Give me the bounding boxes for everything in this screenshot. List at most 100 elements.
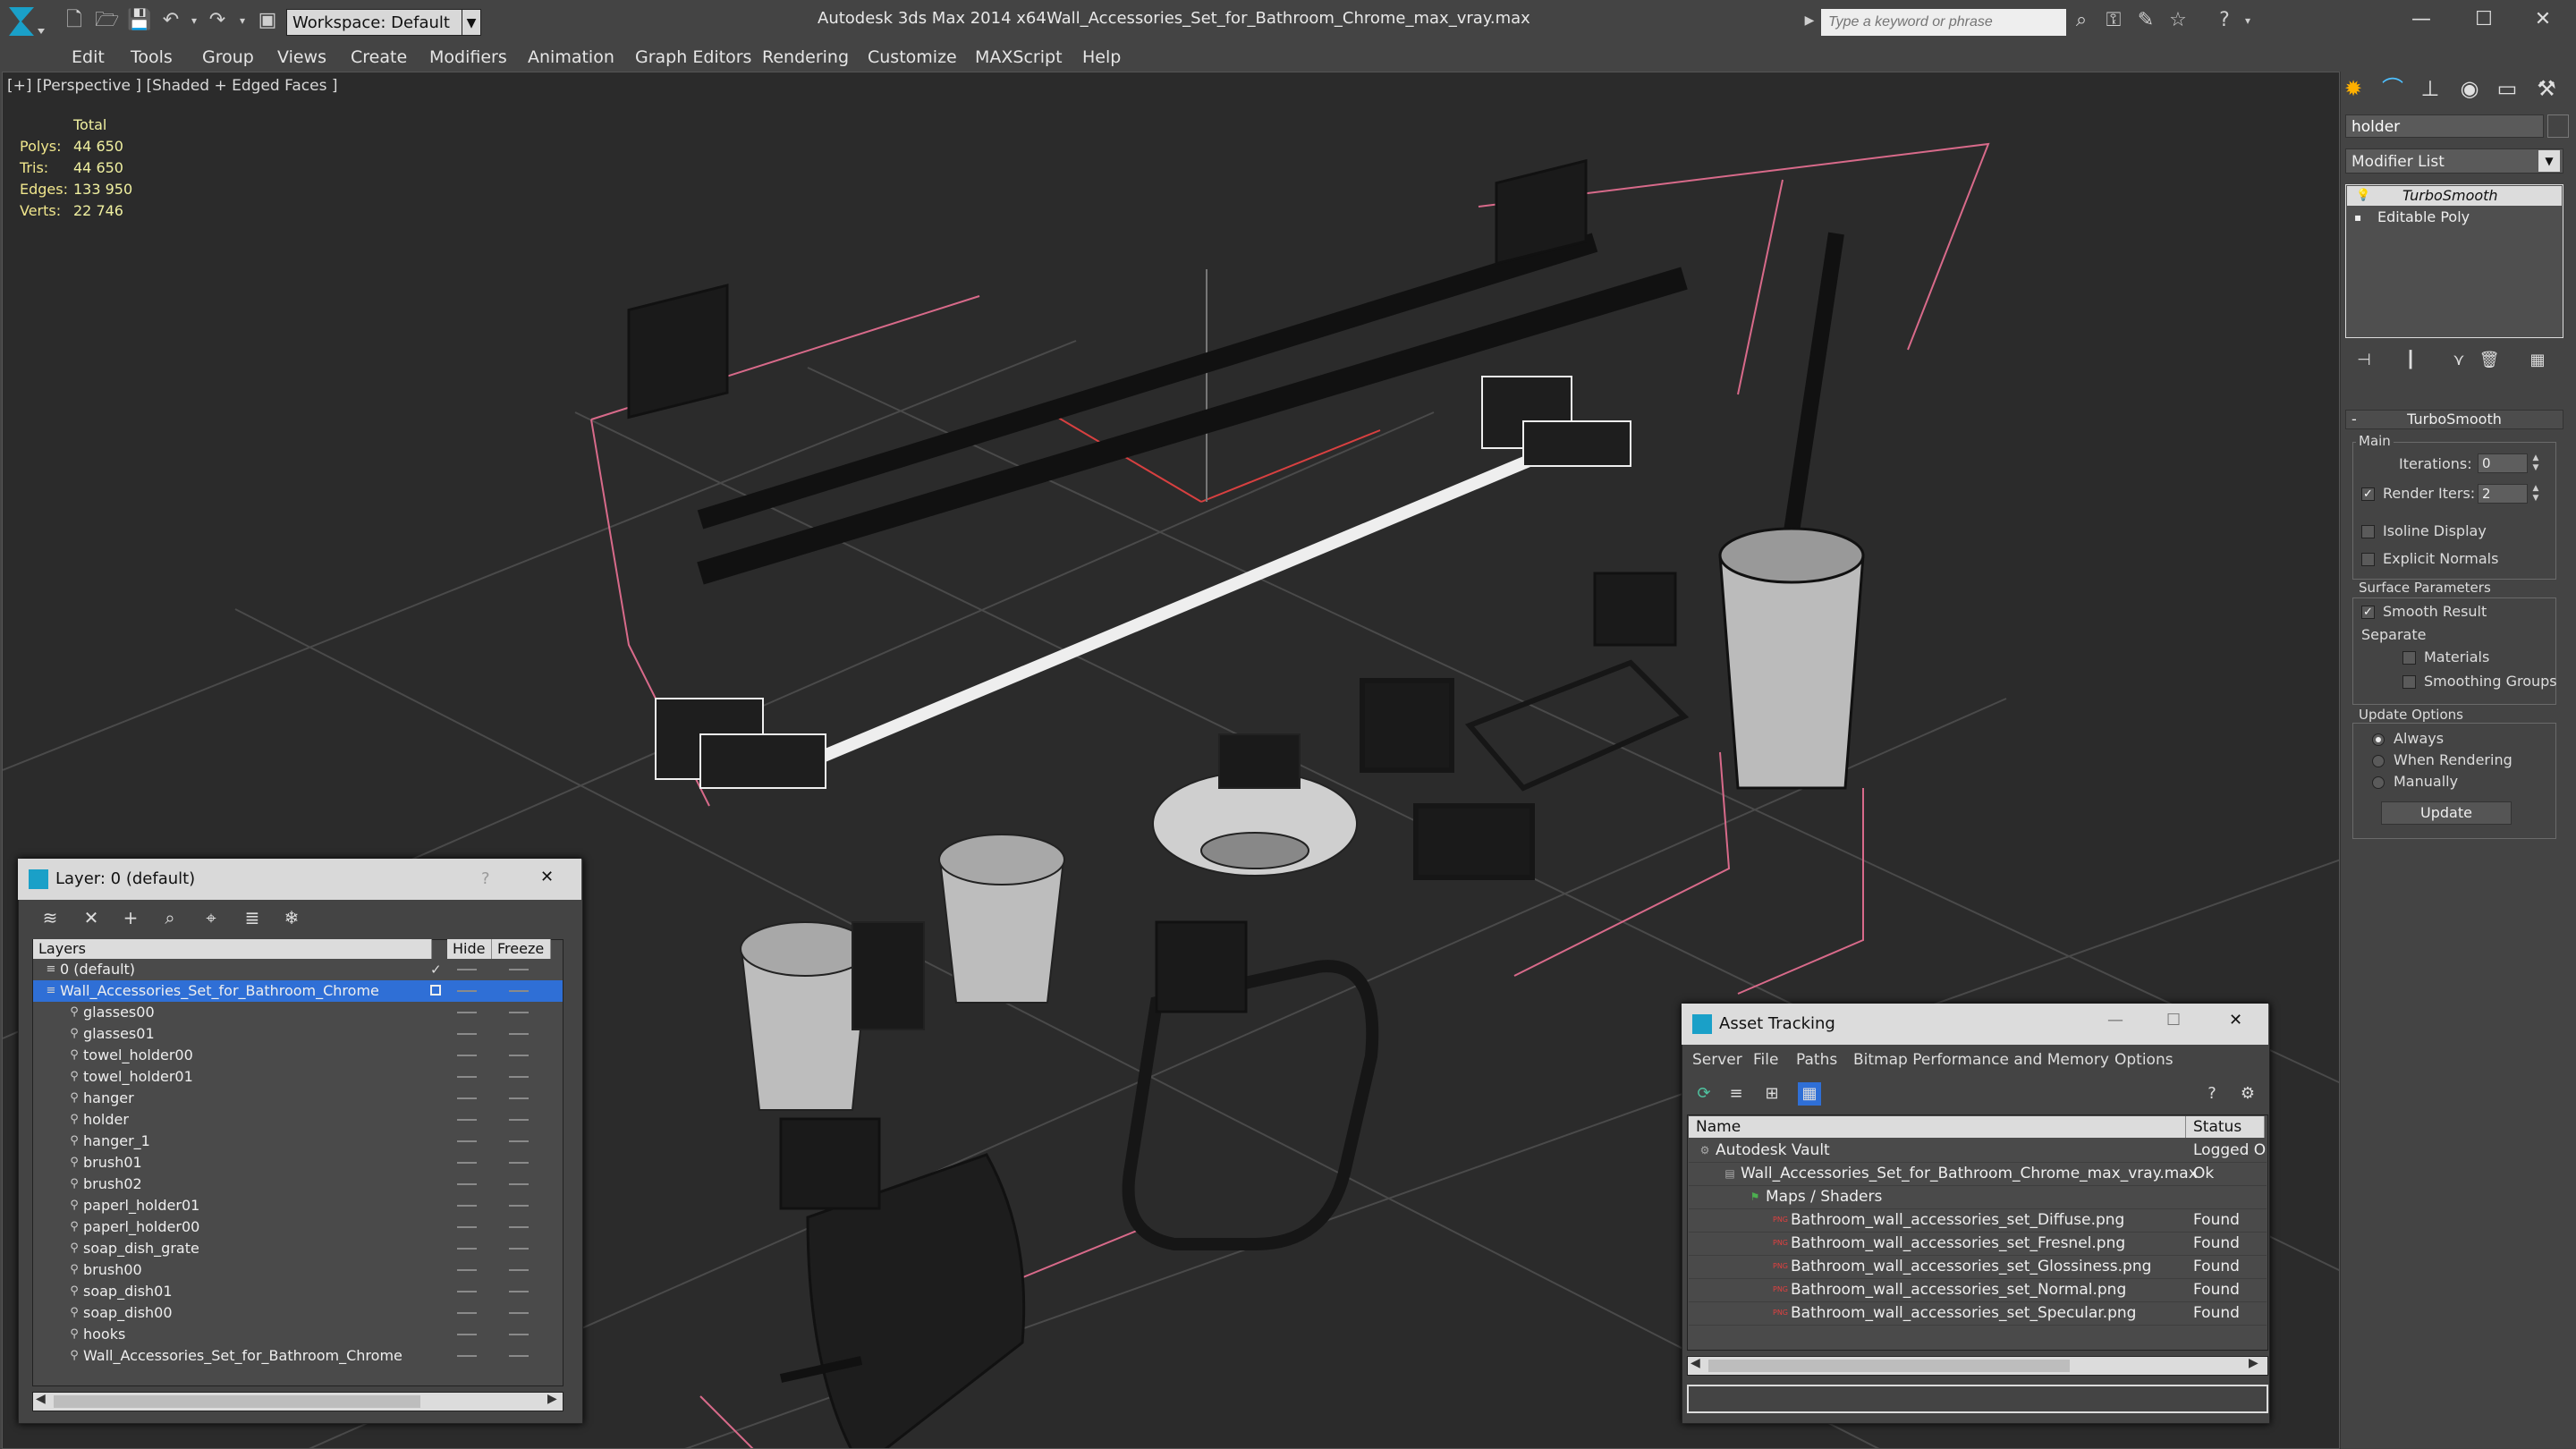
motion-tab-icon[interactable]: ◉	[2454, 73, 2485, 104]
menu-views[interactable]: Views	[277, 43, 326, 72]
scroll-left-icon[interactable]: ◀	[1690, 1356, 1700, 1370]
help-icon[interactable]: ?	[481, 869, 490, 888]
layer-row[interactable]: ⚲ soap_dish00	[33, 1302, 563, 1324]
freeze-toggle[interactable]	[509, 1205, 529, 1207]
layer-row[interactable]: ⚲ paperl_holder00	[33, 1216, 563, 1238]
asset-menu-paths[interactable]: Paths	[1796, 1048, 1837, 1072]
layer-row[interactable]: ≡ 0 (default) ✓	[33, 959, 563, 980]
highlight-layer-icon[interactable]: ⌖	[199, 905, 224, 930]
hierarchy-tab-icon[interactable]: ⊥	[2415, 73, 2445, 104]
layer-row[interactable]: ⚲ hooks	[33, 1324, 563, 1345]
menu-rendering[interactable]: Rendering	[762, 43, 849, 72]
hide-toggle[interactable]	[457, 1269, 477, 1271]
menu-create[interactable]: Create	[351, 43, 407, 72]
manually-radio[interactable]	[2372, 776, 2385, 789]
binoculars-icon[interactable]: ⌕	[2072, 11, 2091, 30]
menu-modifiers[interactable]: Modifiers	[429, 43, 507, 72]
utilities-tab-icon[interactable]: ⚒	[2531, 73, 2562, 104]
hide-column-header[interactable]: Hide	[447, 939, 492, 959]
name-column-header[interactable]: Name	[1689, 1116, 2186, 1138]
spinner-arrows-icon[interactable]: ▲ ▼	[2529, 453, 2542, 473]
scrollbar-thumb[interactable]	[1708, 1360, 2070, 1372]
settings-icon[interactable]: ⚙	[2236, 1082, 2259, 1106]
freeze-toggle[interactable]	[509, 1269, 529, 1271]
layer-row[interactable]: ⚲ glasses00	[33, 1002, 563, 1023]
search-input[interactable]	[1821, 9, 2066, 36]
turbosmooth-rollout-header[interactable]: - TurboSmooth	[2345, 410, 2563, 429]
help-icon[interactable]: ?	[2215, 11, 2234, 30]
menu-animation[interactable]: Animation	[528, 43, 614, 72]
asset-row[interactable]: PNG Bathroom_wall_accessories_set_Diffuse…	[1689, 1209, 2267, 1233]
favorites-star-icon[interactable]: ☆	[2168, 11, 2188, 30]
layer-row[interactable]: ⚲ hanger	[33, 1088, 563, 1109]
workspace-dropdown[interactable]: Workspace: Default	[286, 9, 481, 36]
layer-row[interactable]: ⚲ hanger_1	[33, 1131, 563, 1152]
hide-toggle[interactable]	[457, 969, 477, 970]
project-folder-icon[interactable]: ▣	[258, 11, 277, 30]
add-to-layer-icon[interactable]: +	[118, 905, 143, 930]
layer-row[interactable]: ≡ Wall_Accessories_Set_for_Bathroom_Chrom…	[33, 980, 563, 1002]
render-iters-checkbox[interactable]: ✓	[2361, 487, 2375, 501]
new-layer-icon[interactable]: ≋	[38, 905, 63, 930]
layer-row[interactable]: ⚲ brush00	[33, 1259, 563, 1281]
when-rendering-radio[interactable]	[2372, 755, 2385, 767]
hide-toggle[interactable]	[457, 1291, 477, 1292]
freeze-toggle[interactable]	[509, 1140, 529, 1142]
hide-toggle[interactable]	[457, 1119, 477, 1121]
layer-row[interactable]: ⚲ Wall_Accessories_Set_for_Bathroom_Chrom…	[33, 1345, 563, 1367]
hide-toggle[interactable]	[457, 1012, 477, 1013]
hide-toggle[interactable]	[457, 1183, 477, 1185]
freeze-toggle[interactable]	[509, 990, 529, 992]
table-view-icon[interactable]: ▦	[1798, 1082, 1821, 1106]
hide-toggle[interactable]	[457, 1097, 477, 1099]
tree-view-icon[interactable]: ⊞	[1760, 1082, 1784, 1106]
hide-toggle[interactable]	[457, 990, 477, 992]
stack-item-turbosmooth[interactable]: 💡 TurboSmooth	[2347, 186, 2562, 206]
chevron-down-icon[interactable]: ▼	[2538, 150, 2560, 172]
list-view-icon[interactable]: ≡	[1724, 1082, 1748, 1106]
make-current-icon[interactable]	[430, 985, 441, 996]
communication-icon[interactable]: ✎	[2136, 11, 2156, 30]
always-radio[interactable]	[2372, 733, 2385, 746]
asset-row[interactable]: ⚙ Autodesk Vault Logged O	[1689, 1140, 2267, 1163]
viewport-label[interactable]: [+] [Perspective ] [Shaded + Edged Faces…	[7, 77, 337, 95]
refresh-icon[interactable]: ⟳	[1692, 1082, 1716, 1106]
freeze-toggle[interactable]	[509, 1076, 529, 1078]
menu-customize[interactable]: Customize	[868, 43, 957, 72]
layer-row[interactable]: ⚲ holder	[33, 1109, 563, 1131]
freeze-toggle[interactable]	[509, 1312, 529, 1314]
freeze-toggle[interactable]	[509, 1226, 529, 1228]
hide-toggle[interactable]	[457, 1355, 477, 1357]
freeze-all-icon[interactable]: ❄	[279, 905, 304, 930]
iterations-spinner[interactable]: 0	[2478, 453, 2528, 473]
hide-toggle[interactable]	[457, 1076, 477, 1078]
open-file-icon[interactable]: 🗁	[95, 11, 119, 30]
hide-toggle[interactable]	[457, 1226, 477, 1228]
minimize-button[interactable]: —	[2388, 0, 2454, 39]
menu-edit[interactable]: Edit	[72, 43, 105, 72]
pin-stack-icon[interactable]: ⊣	[2352, 349, 2376, 372]
undo-icon[interactable]: ↶	[161, 11, 181, 30]
menu-graph-editors[interactable]: Graph Editors	[635, 43, 751, 72]
redo-dropdown-icon[interactable]: ▾	[233, 11, 252, 30]
scrollbar-thumb[interactable]	[54, 1395, 420, 1408]
asset-row[interactable]: ⚑ Maps / Shaders	[1689, 1186, 2267, 1209]
maximize-button[interactable]: ☐	[2451, 0, 2517, 39]
freeze-toggle[interactable]	[509, 1055, 529, 1056]
freeze-toggle[interactable]	[509, 1183, 529, 1185]
help-icon[interactable]: ?	[2200, 1082, 2224, 1106]
new-file-icon[interactable]: 🗋	[64, 11, 84, 30]
asset-row[interactable]: PNG Bathroom_wall_accessories_set_Normal.…	[1689, 1279, 2267, 1302]
hide-toggle[interactable]	[457, 1140, 477, 1142]
create-tab-icon[interactable]: ✹	[2338, 73, 2368, 104]
smooth-result-checkbox[interactable]: ✓	[2361, 606, 2375, 619]
asset-menu-server[interactable]: Server	[1692, 1048, 1742, 1072]
layer-row[interactable]: ⚲ brush01	[33, 1152, 563, 1174]
render-iters-spinner[interactable]: 2	[2478, 484, 2528, 504]
select-objects-icon[interactable]: ⌕	[157, 905, 182, 930]
layer-row[interactable]: ⚲ towel_holder01	[33, 1066, 563, 1088]
help-dropdown-icon[interactable]: ▾	[2238, 11, 2258, 30]
freeze-toggle[interactable]	[509, 1012, 529, 1013]
layer-row[interactable]: ⚲ soap_dish_grate	[33, 1238, 563, 1259]
remove-modifier-icon[interactable]: 🗑	[2478, 349, 2501, 372]
